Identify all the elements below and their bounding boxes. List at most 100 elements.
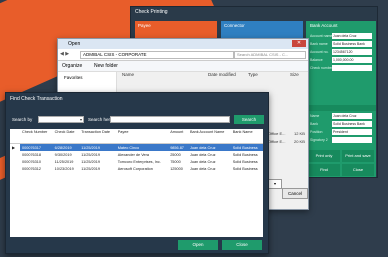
row-indicator (10, 151, 20, 158)
column-header[interactable]: Amount (168, 129, 188, 144)
table-cell: 000076312 (22, 166, 42, 171)
table-cell: Juan dela Cruz (189, 159, 216, 164)
signatory-2-field[interactable] (332, 137, 372, 143)
field-label: Bank name (310, 42, 328, 46)
file-size-cell: 20 KB (294, 139, 305, 144)
table-cell: 6/28/2019 (52, 143, 80, 151)
table-cell: Aerosoft Corporation (117, 166, 153, 171)
open-button[interactable]: Open (178, 240, 218, 250)
table-cell: 11/25/2019 (54, 159, 74, 164)
column-header[interactable]: Transaction Date (79, 129, 116, 144)
column-size[interactable]: Size (290, 72, 299, 77)
signatory-bank-field[interactable]: Solid Business Bank (332, 121, 372, 127)
table-cell: 9856.87 (168, 143, 188, 151)
table-cell: Alexander de Vera (117, 152, 150, 157)
field-label: Name (310, 114, 320, 118)
column-date-modified[interactable]: Date modified (208, 72, 236, 77)
file-list-header: Name Date modified Type Size (118, 72, 308, 80)
field-row: Position President (308, 129, 374, 135)
field-label: Balance (310, 58, 323, 62)
table-cell: Solid Business (232, 152, 258, 157)
table-cell: Solid Business (232, 159, 258, 164)
bank-account-header: Bank Account (310, 23, 338, 28)
table-cell: 10/23/2019 (54, 166, 74, 171)
search-here-input[interactable] (110, 116, 230, 123)
field-label: Account name (310, 34, 333, 38)
table-cell: Solid Business (232, 166, 258, 171)
search-by-label: Search by (12, 117, 33, 122)
row-pointer-icon: ▶ (10, 143, 20, 151)
table-cell: Juan dela Cruz (189, 152, 216, 157)
file-type-dropdown[interactable]: ▾ (268, 179, 282, 189)
open-dialog-title: Open (68, 41, 81, 47)
column-header[interactable]: Bank Name (230, 129, 263, 144)
position-field[interactable]: President (332, 129, 372, 135)
favorites-item[interactable]: Favorites (64, 75, 83, 80)
column-header[interactable]: Payee (115, 129, 169, 144)
search-by-select[interactable]: ▾ (38, 116, 84, 123)
table-cell: Solid Business (230, 143, 263, 151)
table-row[interactable]: 000076310 11/25/2019 11/25/2019 Tomcoro … (10, 158, 263, 165)
signatory-section (306, 105, 376, 111)
payee-card[interactable]: Payee (135, 21, 217, 33)
file-type-cell: Office E... (268, 139, 286, 144)
payee-card-label: Payee (138, 23, 151, 28)
close-button[interactable]: Close (342, 164, 374, 176)
check-printing-title: Check Printing (135, 9, 168, 15)
table-row[interactable]: ▶ 000076317 6/28/2019 11/25/2019 Mateo C… (10, 143, 263, 151)
table-row[interactable]: 000076312 10/23/2019 11/25/2019 Aerosoft… (10, 165, 263, 172)
field-row: Check number (308, 65, 374, 71)
connector-card[interactable]: Connector (221, 21, 303, 33)
column-header[interactable]: Check Date (52, 129, 80, 144)
table-cell: 11/25/2019 (81, 159, 100, 164)
transactions-table: Check Number Check Date Transaction Date… (10, 129, 263, 172)
column-header[interactable]: Check Number (20, 129, 53, 144)
row-indicator-header (10, 129, 20, 144)
table-header-row: Check Number Check Date Transaction Date… (10, 129, 263, 144)
balance-field[interactable]: 1,000,000.00 (332, 57, 372, 63)
table-cell: 25000 (170, 152, 181, 157)
column-type[interactable]: Type (248, 72, 258, 77)
bank-account-panel: Bank Account Account name Juan dela Cruz… (306, 21, 376, 177)
table-cell: 11/25/2019 (81, 166, 100, 171)
signatory-name-field[interactable]: Juan dela Cruz (332, 113, 372, 119)
close-icon[interactable]: ✕ (292, 40, 306, 47)
search-input[interactable]: Search ADMIBAL CSIS - C... (234, 51, 306, 59)
field-label: Account no. (310, 50, 329, 54)
table-row[interactable]: 000076318 9/30/2019 11/25/2019 Alexander… (10, 151, 263, 158)
chevron-down-icon: ▾ (79, 117, 82, 122)
close-button[interactable]: Close (222, 240, 262, 250)
open-toolbar: Organize New folder (58, 61, 308, 72)
field-label: Signatory 2 (310, 138, 328, 142)
table-cell: 000076317 (20, 143, 53, 151)
address-path[interactable]: ADMIBAL CSIS - CORPORATE (80, 51, 234, 59)
table-cell: Tomcoro Enterprises, Inc. (117, 159, 161, 164)
find-button[interactable]: Find (308, 164, 340, 176)
field-row: Bank name Solid Business Bank (308, 41, 374, 47)
row-indicator (10, 165, 20, 172)
table-cell: 9/30/2019 (54, 152, 72, 157)
print-only-button[interactable]: Print only (308, 150, 340, 162)
search-button[interactable]: Search (234, 115, 264, 124)
account-name-field[interactable]: Juan dela Cruz (332, 33, 372, 39)
file-size-cell: 12 KB (294, 131, 305, 136)
organize-menu[interactable]: Organize (62, 61, 82, 71)
check-number-field[interactable] (332, 65, 372, 71)
account-number-field[interactable]: 1234567120 (332, 49, 372, 55)
field-label: Check number (310, 66, 333, 70)
field-row: Account name Juan dela Cruz (308, 33, 374, 39)
new-folder-button[interactable]: New folder (94, 61, 118, 71)
column-name[interactable]: Name (122, 72, 134, 77)
cancel-button[interactable]: Cancel (282, 188, 308, 199)
back-icon[interactable]: ◀ ▶ (60, 51, 69, 57)
bank-name-field[interactable]: Solid Business Bank (332, 41, 372, 47)
table-cell: Mateo Cinco (115, 143, 169, 151)
print-and-save-button[interactable]: Print and save (342, 150, 374, 162)
field-label: Bank (310, 122, 318, 126)
field-row: Signatory 2 (308, 137, 374, 143)
table-cell: 75000 (170, 159, 181, 164)
table-cell: 11/25/2019 (79, 143, 116, 151)
connector-card-label: Connector (224, 23, 245, 28)
column-header[interactable]: Bank Account Name (187, 129, 231, 144)
row-indicator (10, 158, 20, 165)
